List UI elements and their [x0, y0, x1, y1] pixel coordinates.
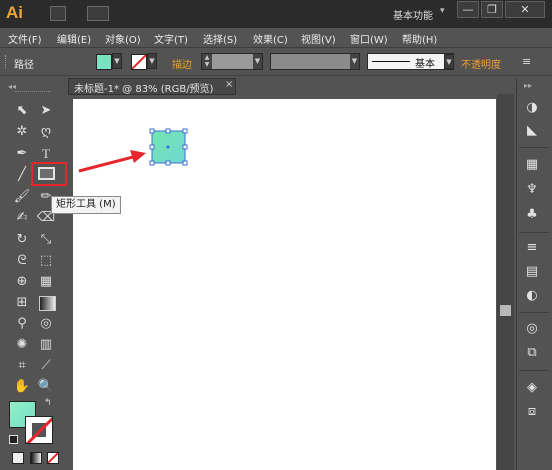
none-slash-icon	[48, 453, 58, 463]
stroke-panel-icon[interactable]: ≡	[521, 238, 543, 258]
swatches-panel-icon[interactable]: ▦	[521, 155, 543, 175]
appearance-panel-icon[interactable]: ◎	[521, 319, 543, 339]
collapse-toolbox-icon[interactable]: ◂◂	[8, 82, 16, 91]
artboard-tool-icon[interactable]: ⌗	[12, 356, 32, 376]
symbols-panel-icon[interactable]: ♣	[521, 205, 543, 225]
scale-tool-icon[interactable]: ⤡	[36, 230, 56, 250]
artboards-panel-icon[interactable]: ⧈	[521, 402, 543, 422]
line-tool-icon[interactable]: ╱	[12, 165, 32, 185]
transparency-panel-icon[interactable]: ◐	[521, 286, 543, 306]
zoom-tool-icon[interactable]: 🔍	[36, 377, 56, 397]
graphic-styles-panel-icon[interactable]: ⧉	[521, 343, 543, 363]
swap-colors-icon[interactable]: ↰	[44, 398, 52, 408]
magic-wand-tool-icon[interactable]: ✲	[12, 122, 32, 142]
warp-tool-icon[interactable]: ᘓ	[12, 251, 32, 271]
gradient-mode-icon[interactable]	[30, 452, 42, 464]
none-mode-icon[interactable]	[47, 452, 59, 464]
slice-tool-icon[interactable]: ⟋	[36, 356, 56, 376]
scrollbar-thumb[interactable]	[500, 305, 511, 316]
column-graph-tool-icon[interactable]: ▥	[36, 335, 56, 355]
eyedropper-tool-icon[interactable]: ⚲	[12, 314, 32, 334]
toolbox-grip-icon[interactable]	[15, 91, 51, 94]
blend-tool-icon[interactable]: ◎	[36, 314, 56, 334]
type-tool-icon[interactable]: T	[36, 144, 56, 164]
brushes-panel-icon[interactable]: ♆	[521, 180, 543, 200]
expand-panels-icon[interactable]: ▸▸	[524, 81, 532, 90]
color-panel-icon[interactable]: ◑	[521, 98, 543, 118]
rectangle-tool-highlight	[31, 162, 67, 186]
shape-builder-tool-icon[interactable]: ⊕	[12, 272, 32, 292]
tool-tooltip: 矩形工具 (M)	[51, 196, 121, 214]
symbol-sprayer-tool-icon[interactable]: ✺	[12, 335, 32, 355]
perspective-grid-tool-icon[interactable]: ▦	[36, 272, 56, 292]
color-mode-icon[interactable]	[12, 452, 24, 464]
blob-brush-tool-icon[interactable]: ✍	[12, 208, 32, 228]
pen-tool-icon[interactable]: ✒	[12, 144, 32, 164]
dock-separator	[519, 232, 549, 233]
direct-selection-tool-icon[interactable]: ➤	[36, 101, 56, 121]
gradient-tool-icon[interactable]	[39, 296, 56, 311]
dock-separator	[519, 370, 549, 371]
rotate-tool-icon[interactable]: ↻	[12, 230, 32, 250]
selection-tool-icon[interactable]: ⬉	[12, 101, 32, 121]
dock-separator	[519, 147, 549, 148]
selected-rectangle[interactable]	[149, 128, 188, 166]
no-stroke-big-icon	[26, 417, 52, 443]
color-guide-panel-icon[interactable]: ◣	[521, 121, 543, 141]
stroke-color-box[interactable]	[25, 416, 53, 444]
paintbrush-tool-icon[interactable]: 🖌	[12, 187, 32, 207]
lasso-tool-icon[interactable]: ღ	[36, 122, 56, 142]
canvas-overlay	[78, 128, 188, 173]
free-transform-tool-icon[interactable]: ⬚	[36, 251, 56, 271]
dock-separator	[519, 312, 549, 313]
layers-panel-icon[interactable]: ◈	[521, 378, 543, 398]
vertical-scrollbar[interactable]	[497, 94, 514, 470]
annotation-arrow	[78, 150, 146, 173]
gradient-panel-icon[interactable]: ▤	[521, 262, 543, 282]
default-colors-icon[interactable]	[9, 435, 18, 444]
mesh-tool-icon[interactable]: ⊞	[12, 293, 32, 313]
hand-tool-icon[interactable]: ✋	[12, 377, 32, 397]
